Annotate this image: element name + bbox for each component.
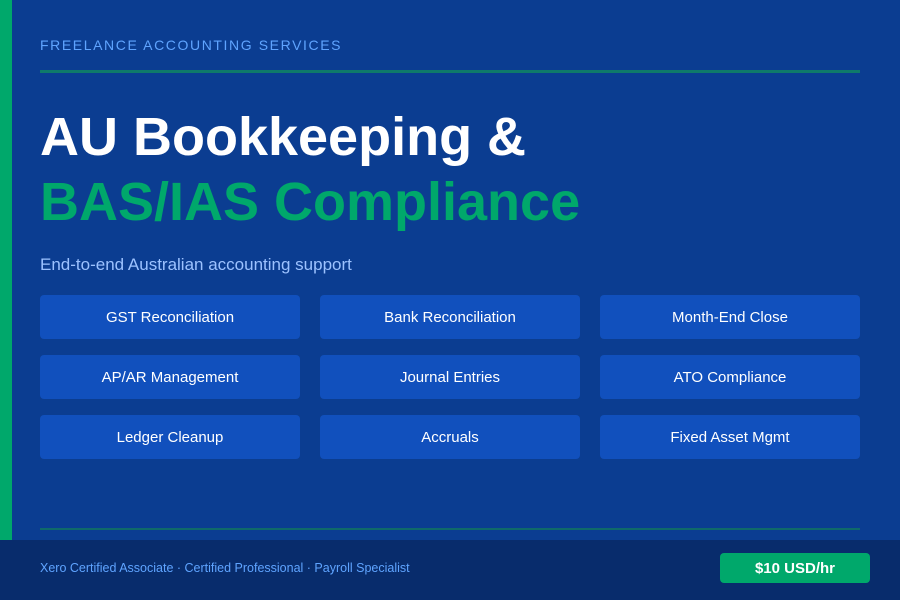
service-card: FREELANCE ACCOUNTING SERVICES AU Bookkee…: [0, 0, 900, 600]
page-title-highlight: BAS/IAS Compliance: [40, 172, 581, 232]
credentials-text: Xero Certified Associate · Certified Pro…: [40, 561, 410, 575]
bottom-divider: [40, 528, 860, 530]
service-tile-journal-entries: Journal Entries: [320, 355, 580, 399]
page-subtitle: End-to-end Australian accounting support: [40, 255, 352, 274]
service-tile-fixed-asset-mgmt: Fixed Asset Mgmt: [600, 415, 860, 459]
service-tile-bank-reconciliation: Bank Reconciliation: [320, 295, 580, 339]
service-tile-ledger-cleanup: Ledger Cleanup: [40, 415, 300, 459]
footer-bar: Xero Certified Associate · Certified Pro…: [0, 540, 900, 600]
eyebrow-label: FREELANCE ACCOUNTING SERVICES: [40, 37, 343, 53]
page-title: AU Bookkeeping &: [40, 107, 527, 167]
service-tile-ap-ar-management: AP/AR Management: [40, 355, 300, 399]
left-accent-bar: [0, 0, 12, 540]
rate-badge: $10 USD/hr: [720, 553, 870, 583]
service-tile-month-end-close: Month-End Close: [600, 295, 860, 339]
services-grid: GST Reconciliation Bank Reconciliation M…: [40, 295, 860, 459]
service-tile-gst-reconciliation: GST Reconciliation: [40, 295, 300, 339]
service-tile-ato-compliance: ATO Compliance: [600, 355, 860, 399]
service-tile-accruals: Accruals: [320, 415, 580, 459]
top-divider: [40, 70, 860, 73]
